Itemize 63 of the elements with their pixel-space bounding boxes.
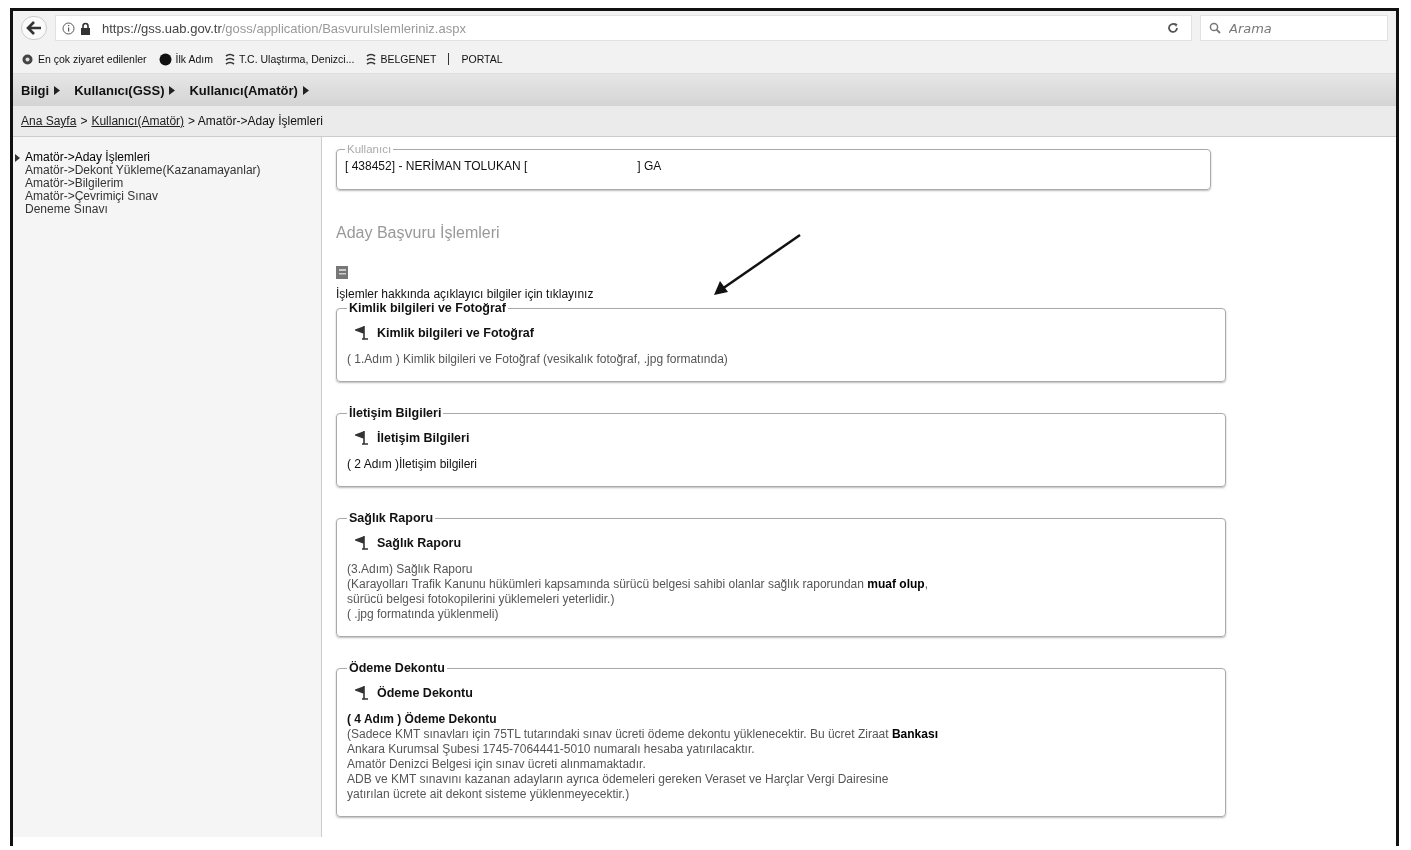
back-button[interactable] — [21, 16, 47, 40]
sidebar-item[interactable]: Deneme Sınavı — [13, 203, 321, 216]
section-heading[interactable]: İletişim Bilgileri — [377, 430, 470, 445]
section-legend: Kimlik bilgileri ve Fotoğraf — [347, 301, 508, 315]
caret-icon — [54, 85, 61, 95]
bookmark-item[interactable]: İlk Adım — [158, 52, 213, 66]
bookmark-item[interactable]: T.C. Ulaştırma, Denizci... — [224, 53, 355, 65]
bookmark-item[interactable]: En çok ziyaret edilenler — [21, 52, 147, 66]
wave-icon — [366, 53, 377, 65]
caret-icon — [169, 85, 176, 95]
divider-icon — [448, 53, 450, 65]
menu-item[interactable]: Kullanıcı(Amatör) — [189, 82, 309, 98]
flag-icon — [355, 430, 369, 445]
triangle-icon — [15, 153, 20, 162]
section-text: sürücü belgesi fotokopilerini yüklemeleri yeterlidir.) — [347, 592, 616, 607]
sidebar-item[interactable]: Amatör->Çevrimiçi Sınav — [13, 190, 321, 203]
section-text: ( 2 Adım )İletişim bilgileri — [347, 457, 479, 472]
section-text: ( 1.Adım ) Kimlik bilgileri ve Fotoğraf (vesikalık fotoğraf, .jpg formatında) — [347, 352, 729, 367]
bookmark-item[interactable]: PORTAL — [448, 53, 503, 65]
section-text: ADB ve KMT sınavını kazanan adayların ayrıca ödemeleri gereken Veraset ve Harçlar Vergi Dairesine — [347, 772, 890, 787]
section-heading[interactable]: Kimlik bilgileri ve Fotoğraf — [377, 325, 534, 340]
info-icon — [62, 21, 75, 35]
sidebar-item[interactable]: Amatör->Aday İşlemleri — [13, 151, 321, 164]
wave-icon — [224, 53, 235, 65]
breadcrumb-text: > Amatör->Aday İşlemleri — [188, 114, 323, 128]
section-text: (Karayolları Trafik Kanunu hükümleri kapsamında sürücü belgesi sahibi olanlar sağlık raporundan muaf olup, — [347, 577, 929, 592]
flag-icon — [355, 325, 369, 340]
caret-icon — [302, 85, 309, 95]
section-text: Ankara Kurumsal Şubesi 1745-7064441-5010 numaralı hesaba yatırılacaktır. — [347, 742, 756, 757]
menu-item[interactable]: Bilgi — [21, 82, 61, 98]
url-text: https://gss.uab.gov.tr/goss/application/BasvuruIslemleriniz.aspx — [102, 20, 466, 36]
search-field[interactable]: Arama — [1200, 15, 1388, 41]
page-title: Aday Başvuru İşlemleri — [336, 224, 501, 242]
book-icon[interactable] — [336, 266, 348, 279]
breadcrumb-link[interactable]: Kullanıcı(Amatör) — [91, 114, 185, 128]
section-text: ( 4 Adım ) Ödeme Dekontu — [347, 712, 498, 727]
menu-item[interactable]: Kullanıcı(GSS) — [74, 82, 176, 98]
breadcrumb-link[interactable]: Ana Sayfa — [21, 114, 77, 128]
lock-icon — [80, 21, 91, 35]
section-legend: Ödeme Dekontu — [347, 661, 447, 675]
search-icon — [1209, 22, 1221, 34]
flag-icon — [355, 535, 369, 550]
sidebar-item[interactable]: Amatör->Dekont Yükleme(Kazanamayanlar) — [13, 164, 321, 177]
sidebar-item[interactable]: Amatör->Bilgilerim — [13, 177, 321, 190]
user-name: [ 438452] - NERİMAN TOLUKAN [ — [345, 159, 528, 173]
section-legend: İletişim Bilgileri — [347, 406, 444, 420]
address-bar[interactable]: https://gss.uab.gov.tr/goss/application/BasvuruIslemleriniz.aspx — [55, 15, 1192, 41]
section-text: (Sadece KMT sınavları için 75TL tutarındaki sınav ücreti ödeme dekontu yüklenecektir. Bu ücret Ziraat Bankası — [347, 727, 939, 742]
bookmark-item[interactable]: BELGENET — [366, 53, 437, 65]
section-text: yatırılan ücrete ait dekont sisteme yüklenmeyecektir.) — [347, 787, 631, 802]
info-link[interactable]: İşlemler hakkında açıklayıcı bilgiler için tıklayınız — [336, 287, 1396, 301]
section-legend: Sağlık Raporu — [347, 511, 436, 525]
breadcrumb-text: > — [80, 114, 88, 128]
user-type: ] GA — [637, 159, 662, 173]
back-arrow-icon — [26, 21, 42, 35]
reload-icon — [1167, 22, 1179, 34]
panel-legend: Kullanıcı — [345, 143, 394, 155]
section-heading[interactable]: Ödeme Dekontu — [377, 685, 473, 700]
flag-icon — [355, 685, 369, 700]
section-heading[interactable]: Sağlık Raporu — [377, 535, 462, 550]
section-text: ( .jpg formatında yüklenmeli) — [347, 607, 500, 622]
section-text: Amatör Denizci Belgesi için sınav ücreti alınmamaktadır. — [347, 757, 647, 772]
section-text: (3.Adım) Sağlık Raporu — [347, 562, 474, 577]
